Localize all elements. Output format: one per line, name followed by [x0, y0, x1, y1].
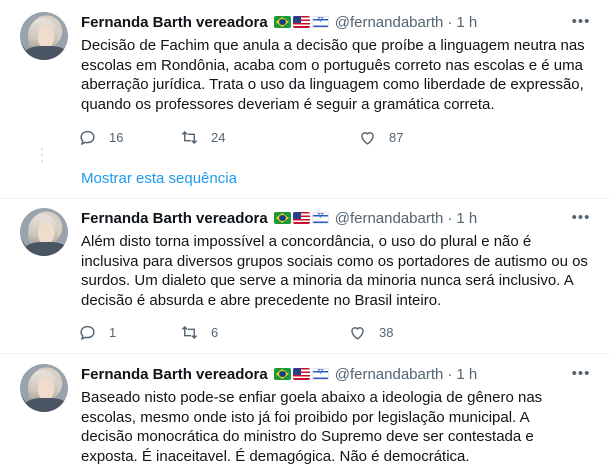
separator: ·: [447, 13, 453, 31]
separator: ·: [447, 209, 453, 227]
israel-flag-icon: [311, 16, 329, 28]
divider: [0, 198, 611, 199]
usa-flag-icon: [292, 368, 310, 380]
like-count: 87: [389, 130, 404, 145]
usa-flag-icon: [292, 212, 310, 224]
reply-icon: [80, 130, 95, 146]
usa-flag-icon: [292, 16, 310, 28]
more-icon[interactable]: •••: [570, 208, 592, 228]
show-thread-link[interactable]: Mostrar esta sequência: [81, 170, 237, 187]
avatar[interactable]: [20, 12, 68, 60]
tweet-header: Fernanda Barth vereadora @fernandabarth …: [81, 364, 477, 384]
like-icon: [361, 132, 374, 145]
retweet-button[interactable]: 6: [180, 323, 218, 342]
thread-dots: [40, 148, 43, 166]
reply-count: 16: [109, 130, 124, 145]
retweet-count: 6: [211, 325, 219, 340]
brazil-flag-icon: [273, 16, 291, 28]
avatar[interactable]: [20, 364, 68, 412]
author-handle[interactable]: @fernandabarth: [335, 210, 444, 227]
author-name[interactable]: Fernanda Barth vereadora: [81, 210, 268, 227]
tweet-header: Fernanda Barth vereadora @fernandabarth …: [81, 208, 477, 228]
flags: [273, 16, 329, 28]
like-count: 38: [379, 325, 394, 340]
tweet-actions: 1 6 38: [78, 323, 478, 345]
brazil-flag-icon: [273, 212, 291, 224]
retweet-button[interactable]: 24: [180, 128, 225, 147]
flags: [273, 368, 329, 380]
timestamp[interactable]: 1 h: [456, 210, 477, 227]
more-icon[interactable]: •••: [570, 12, 592, 32]
tweet-text: Decisão de Fachim que anula a decisão qu…: [81, 37, 585, 113]
author-name[interactable]: Fernanda Barth vereadora: [81, 14, 268, 31]
more-icon[interactable]: •••: [570, 364, 592, 384]
avatar[interactable]: [20, 208, 68, 256]
retweet-count: 24: [211, 130, 226, 145]
reply-count: 1: [109, 325, 117, 340]
tweet-actions: 16 24 87: [78, 128, 478, 150]
tweet-text: Além disto torna impossível a concordânc…: [81, 233, 588, 309]
author-name[interactable]: Fernanda Barth vereadora: [81, 366, 268, 383]
author-handle[interactable]: @fernandabarth: [335, 14, 444, 31]
separator: ·: [447, 365, 453, 383]
timestamp[interactable]: 1 h: [456, 366, 477, 383]
reply-button[interactable]: 16: [78, 128, 123, 147]
brazil-flag-icon: [273, 368, 291, 380]
author-handle[interactable]: @fernandabarth: [335, 366, 444, 383]
reply-button[interactable]: 1: [78, 323, 116, 342]
flags: [273, 212, 329, 224]
like-button[interactable]: 38: [348, 323, 393, 342]
retweet-icon: [181, 130, 198, 145]
israel-flag-icon: [311, 212, 329, 224]
tweet-text: Baseado nisto pode-se enfiar goela abaix…: [81, 389, 543, 465]
retweet-icon: [181, 325, 198, 340]
divider: [0, 353, 611, 354]
like-icon: [351, 327, 364, 340]
timestamp[interactable]: 1 h: [456, 14, 477, 31]
tweet-header: Fernanda Barth vereadora @fernandabarth …: [81, 12, 477, 32]
israel-flag-icon: [311, 368, 329, 380]
like-button[interactable]: 87: [358, 128, 403, 147]
reply-icon: [80, 325, 95, 341]
